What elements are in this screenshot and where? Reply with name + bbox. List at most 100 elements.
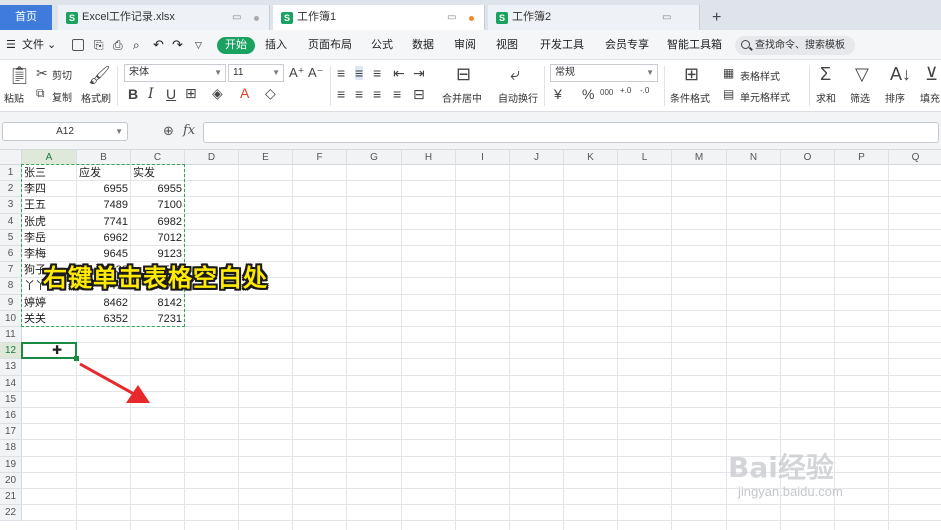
table-style-button[interactable]: 表格样式 <box>740 68 780 83</box>
doc-tab-excel[interactable]: S Excel工作记录.xlsx ▭ <box>58 5 270 30</box>
column-header[interactable]: C <box>131 150 185 165</box>
fill-handle[interactable] <box>74 356 79 362</box>
thousands-icon[interactable]: 000 <box>600 89 613 97</box>
column-header[interactable]: D <box>185 150 239 165</box>
bold-icon[interactable]: B <box>128 87 138 101</box>
font-name-select[interactable]: 宋体 ▼ <box>124 64 226 82</box>
indent-increase-icon[interactable]: ⇥ <box>413 66 425 80</box>
column-header[interactable]: H <box>402 150 456 165</box>
select-all-corner[interactable] <box>0 150 22 165</box>
sum-icon[interactable]: Σ <box>820 65 831 83</box>
increase-decimal-icon[interactable]: +.0 <box>620 87 631 95</box>
row-header[interactable]: 20 <box>0 472 22 489</box>
cut-icon[interactable]: ✂ <box>36 66 48 80</box>
file-menu[interactable]: 文件 ⌄ <box>22 30 56 60</box>
number-format-select[interactable]: 常规 ▼ <box>550 64 658 82</box>
column-header[interactable]: K <box>564 150 618 165</box>
column-header[interactable]: G <box>347 150 402 165</box>
row-header[interactable]: 19 <box>0 456 22 473</box>
column-header[interactable]: O <box>781 150 835 165</box>
format-painter-icon[interactable]: 🖌︎ <box>88 66 111 84</box>
column-header[interactable]: M <box>672 150 727 165</box>
row-header[interactable]: 7 <box>0 262 22 279</box>
fill-button[interactable]: 填充 <box>920 90 940 105</box>
menu-tab-page-layout[interactable]: 页面布局 <box>308 30 352 60</box>
decrease-font-icon[interactable]: A⁻ <box>308 66 324 79</box>
row-header[interactable]: 6 <box>0 246 22 263</box>
row-header[interactable]: 10 <box>0 310 22 327</box>
row-header[interactable]: 3 <box>0 197 22 214</box>
wrap-text-button[interactable]: 自动换行 <box>498 90 538 105</box>
customize-dropdown-icon[interactable]: ▽ <box>195 30 202 60</box>
sort-icon[interactable]: A↓ <box>890 65 911 83</box>
align-top-icon[interactable]: ≡ <box>337 66 345 80</box>
row-header[interactable]: 21 <box>0 489 22 506</box>
sum-button[interactable]: 求和 <box>816 90 836 105</box>
increase-font-icon[interactable]: A⁺ <box>289 66 305 79</box>
menu-tab-home[interactable]: 开始 <box>217 37 255 54</box>
indent-decrease-icon[interactable]: ⇤ <box>393 66 405 80</box>
row-header[interactable]: 5 <box>0 229 22 246</box>
row-header[interactable]: 11 <box>0 327 22 344</box>
conditional-format-icon[interactable]: ⊞ <box>684 65 699 83</box>
zoom-icon[interactable]: ⊕ <box>163 123 174 139</box>
menu-tab-review[interactable]: 审阅 <box>454 30 476 60</box>
align-right-icon[interactable]: ≡ <box>373 87 381 101</box>
align-middle-icon[interactable]: ≡ <box>355 66 364 80</box>
fill-color-icon[interactable]: ◈ <box>212 86 223 100</box>
column-header[interactable]: A <box>22 150 77 165</box>
export-icon[interactable]: ⎘ <box>94 30 104 60</box>
fill-icon[interactable]: ⊻ <box>925 65 938 83</box>
column-header[interactable]: I <box>456 150 510 165</box>
row-header[interactable]: 14 <box>0 375 22 392</box>
menu-tab-view[interactable]: 视图 <box>496 30 518 60</box>
column-header[interactable]: E <box>239 150 293 165</box>
row-header[interactable]: 22 <box>0 505 22 522</box>
italic-icon[interactable]: I <box>148 87 154 101</box>
row-header[interactable]: 12 <box>0 343 22 360</box>
menu-tab-insert[interactable]: 插入 <box>265 30 287 60</box>
currency-icon[interactable]: ¥ <box>554 87 562 101</box>
row-header[interactable]: 4 <box>0 213 22 230</box>
doc-tab-workbook1[interactable]: S 工作簿1 ▭ <box>273 5 485 30</box>
menu-tab-data[interactable]: 数据 <box>412 30 434 60</box>
underline-icon[interactable]: U <box>166 87 176 101</box>
menu-tab-developer[interactable]: 开发工具 <box>540 30 584 60</box>
cut-button[interactable]: 剪切 <box>52 67 72 82</box>
font-size-select[interactable]: 11 ▼ <box>228 64 284 82</box>
wrap-text-icon[interactable]: ⤶ <box>510 65 520 83</box>
filter-icon[interactable]: ▽ <box>855 65 869 83</box>
save-icon[interactable] <box>72 39 84 51</box>
cell-style-icon[interactable]: ▤ <box>723 88 734 100</box>
merge-center-button[interactable]: 合并居中 <box>442 90 482 105</box>
percent-icon[interactable]: % <box>582 87 594 101</box>
print-icon[interactable]: ⎙ <box>113 30 123 60</box>
print-preview-icon[interactable]: ⌕ <box>133 30 140 60</box>
row-header[interactable]: 16 <box>0 408 22 425</box>
name-box[interactable]: A12 ▼ <box>2 122 128 141</box>
active-cell[interactable] <box>21 342 77 360</box>
format-painter-button[interactable]: 格式刷 <box>81 90 111 105</box>
row-header[interactable]: 8 <box>0 278 22 295</box>
table-style-icon[interactable]: ▦ <box>723 67 734 79</box>
column-header[interactable]: L <box>618 150 672 165</box>
justify-icon[interactable]: ≡ <box>393 87 401 101</box>
clear-format-icon[interactable]: ◇ <box>265 86 276 100</box>
hamburger-icon[interactable]: ☰ <box>6 30 16 60</box>
sort-button[interactable]: 排序 <box>885 90 905 105</box>
distributed-icon[interactable]: ⊟ <box>413 87 425 101</box>
column-header[interactable]: F <box>293 150 347 165</box>
fx-icon[interactable]: fx <box>183 123 195 138</box>
monitor-icon[interactable]: ▭ <box>447 5 456 30</box>
filter-button[interactable]: 筛选 <box>850 90 870 105</box>
menu-tab-smart-toolbox[interactable]: 智能工具箱 <box>667 30 722 60</box>
new-tab-button[interactable]: + <box>712 5 721 30</box>
monitor-icon[interactable]: ▭ <box>232 5 241 30</box>
align-center-icon[interactable]: ≡ <box>355 87 363 101</box>
row-header[interactable]: 18 <box>0 440 22 457</box>
command-search[interactable]: 查找命令、搜索模板 <box>735 36 855 55</box>
column-header[interactable]: Q <box>889 150 941 165</box>
redo-icon[interactable]: ↷ <box>172 30 183 60</box>
row-header[interactable]: 17 <box>0 424 22 441</box>
row-header[interactable]: 15 <box>0 391 22 408</box>
